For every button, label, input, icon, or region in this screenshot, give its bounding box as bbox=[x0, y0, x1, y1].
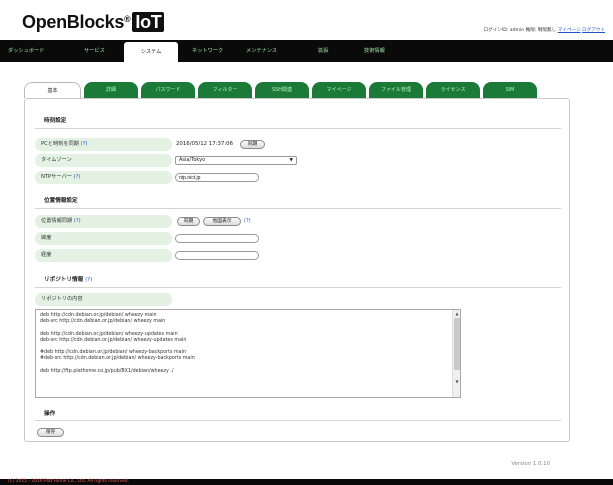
map-view-button[interactable]: 地図表示 bbox=[203, 217, 241, 226]
chevron-down-icon: ▼ bbox=[289, 158, 293, 163]
location-sync-help-link[interactable]: (?) bbox=[74, 218, 81, 224]
login-info: ログインID: admin 権限: 制限無し bbox=[483, 28, 557, 33]
latitude-input[interactable] bbox=[175, 234, 259, 243]
time-sync-help-link[interactable]: (?) bbox=[81, 141, 88, 147]
logo-registered-mark: ® bbox=[124, 14, 131, 24]
location-sync-label: 位置情報同期 (?) bbox=[35, 215, 172, 228]
tab-mypage[interactable]: マイページ bbox=[312, 82, 366, 98]
settings-panel: 時刻設定 PCと時刻を同期 (?) 2016/05/12 17:37:06 同期… bbox=[24, 98, 570, 442]
location-section-divider bbox=[35, 208, 561, 209]
main-nav: ダッシュボード サービス システム ネットワーク メンテナンス 拡張 技術情報 bbox=[0, 40, 613, 62]
logo: OpenBlocks® IoT bbox=[22, 12, 165, 33]
tab-license[interactable]: ライセンス bbox=[426, 82, 480, 98]
operation-section-divider bbox=[35, 420, 561, 421]
user-bar: ログインID: admin 権限: 制限無し マイページ ログアウト bbox=[483, 27, 605, 33]
nav-item-services[interactable]: サービス bbox=[84, 40, 105, 62]
map-help-link[interactable]: (?) bbox=[244, 216, 251, 226]
nav-item-maintenance[interactable]: メンテナンス bbox=[246, 40, 277, 62]
logout-link[interactable]: ログアウト bbox=[582, 28, 605, 33]
location-sync-button[interactable]: 同期 bbox=[177, 217, 200, 226]
tab-basic[interactable]: 基本 bbox=[24, 82, 81, 98]
tab-file-management[interactable]: ファイル管理 bbox=[369, 82, 423, 98]
tab-sim[interactable]: SIM bbox=[483, 82, 537, 98]
logo-text: OpenBlocks bbox=[22, 12, 125, 32]
longitude-label: 経度 bbox=[35, 249, 172, 262]
nav-item-system[interactable]: システム bbox=[124, 42, 178, 62]
time-sync-label: PCと時刻を同期 (?) bbox=[35, 138, 172, 151]
footer: (C) 2015 - 2016 Plat'Home Co., Ltd. All … bbox=[0, 479, 613, 485]
nav-item-dashboard[interactable]: ダッシュボード bbox=[8, 40, 44, 62]
tab-password[interactable]: パスワード bbox=[141, 82, 195, 98]
scroll-down-icon[interactable]: ▼ bbox=[453, 379, 461, 384]
ntp-server-label: NTPサーバー (?) bbox=[35, 171, 172, 184]
time-sync-button[interactable]: 同期 bbox=[240, 140, 265, 149]
tab-details[interactable]: 詳細 bbox=[84, 82, 138, 98]
version-label: Version 1.0.10 bbox=[511, 461, 550, 467]
nav-item-network[interactable]: ネットワーク bbox=[192, 40, 223, 62]
tab-filter[interactable]: フィルター bbox=[198, 82, 252, 98]
time-section-title: 時刻設定 bbox=[44, 118, 67, 124]
location-section-title: 位置情報設定 bbox=[44, 198, 78, 204]
tab-ssh[interactable]: SSH関連 bbox=[255, 82, 309, 98]
ntp-help-link[interactable]: (?) bbox=[74, 174, 81, 180]
time-section-divider bbox=[35, 128, 561, 129]
ntp-server-input[interactable] bbox=[175, 173, 259, 182]
current-datetime: 2016/05/12 17:37:06 bbox=[176, 141, 233, 147]
logo-iot-badge: IoT bbox=[132, 12, 165, 32]
mypage-link[interactable]: マイページ bbox=[558, 28, 581, 33]
timezone-select[interactable]: Asia/Tokyo ▼ bbox=[175, 156, 297, 165]
header: OpenBlocks® IoT ログインID: admin 権限: 制限無し マイ… bbox=[0, 0, 613, 40]
latitude-label: 緯度 bbox=[35, 232, 172, 245]
operation-section-title: 操作 bbox=[44, 411, 56, 417]
scroll-up-icon[interactable]: ▲ bbox=[453, 311, 461, 316]
longitude-input[interactable] bbox=[175, 251, 259, 260]
copyright-text: (C) 2015 - 2016 Plat'Home Co., Ltd. All … bbox=[8, 479, 129, 484]
scroll-thumb[interactable] bbox=[454, 318, 460, 370]
repository-section-title: リポジトリ情報 (?) bbox=[44, 277, 93, 283]
repository-help-link[interactable]: (?) bbox=[85, 277, 92, 283]
nav-item-tech-info[interactable]: 技術情報 bbox=[364, 40, 385, 62]
repository-content-textarea[interactable]: deb http://cdn.debian.or.jp/debian/ whee… bbox=[35, 309, 461, 398]
timezone-label: タイムゾーン bbox=[35, 154, 172, 167]
repository-content-label: リポジトリの内容 bbox=[35, 293, 172, 306]
nav-item-extensions[interactable]: 拡張 bbox=[318, 40, 328, 62]
save-button[interactable]: 保存 bbox=[37, 428, 64, 437]
repository-scrollbar[interactable]: ▲ ▼ bbox=[452, 310, 460, 397]
repository-section-divider bbox=[35, 287, 561, 288]
